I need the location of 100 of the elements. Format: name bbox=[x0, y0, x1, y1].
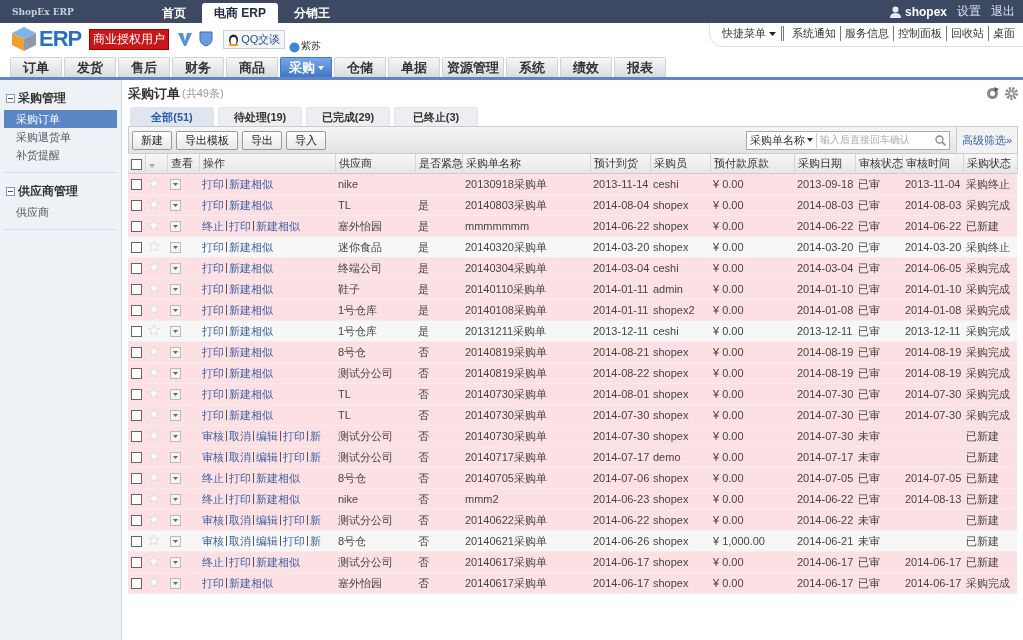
action-link[interactable]: 新建相似 bbox=[253, 221, 302, 231]
checkbox[interactable] bbox=[131, 368, 142, 380]
checkbox[interactable] bbox=[131, 158, 142, 170]
action-link[interactable]: 新建相似 bbox=[226, 263, 275, 273]
checkbox[interactable] bbox=[131, 515, 142, 527]
action-link[interactable]: 打印 bbox=[280, 515, 307, 525]
nav-tab[interactable]: 采购 bbox=[280, 57, 332, 77]
search-field-selector[interactable]: 采购单名称 bbox=[749, 132, 805, 148]
checkbox[interactable] bbox=[131, 557, 142, 569]
dropdown-icon[interactable] bbox=[170, 221, 181, 233]
column-header[interactable]: 操作 bbox=[202, 157, 225, 169]
star-icon[interactable] bbox=[148, 513, 160, 525]
action-link[interactable]: 打印 bbox=[202, 368, 226, 378]
action-link[interactable]: 编辑 bbox=[253, 452, 280, 462]
action-link[interactable]: 编辑 bbox=[253, 536, 280, 546]
star-icon[interactable] bbox=[148, 471, 160, 483]
dropdown-icon[interactable] bbox=[170, 452, 181, 464]
dropdown-icon[interactable] bbox=[170, 473, 181, 485]
action-link[interactable]: 新建相似 bbox=[253, 494, 302, 504]
search-field[interactable]: 采购单名称 输入后直接回车确认 bbox=[745, 130, 950, 150]
action-link[interactable]: 打印 bbox=[202, 326, 226, 336]
star-icon[interactable] bbox=[148, 429, 160, 441]
toolbar-button[interactable]: 新建 bbox=[132, 130, 172, 150]
quick-link[interactable]: 桌面 bbox=[988, 26, 1019, 41]
action-link[interactable]: 新 bbox=[307, 536, 323, 546]
checkbox[interactable] bbox=[131, 347, 142, 359]
sidebar-item[interactable]: 采购退货单 bbox=[4, 128, 117, 146]
dropdown-icon[interactable] bbox=[170, 536, 181, 548]
dropdown-icon[interactable] bbox=[170, 515, 181, 527]
action-link[interactable]: 审核 bbox=[202, 515, 226, 525]
dropdown-icon[interactable] bbox=[170, 389, 181, 401]
checkbox[interactable] bbox=[131, 473, 142, 485]
action-link[interactable]: 新建相似 bbox=[226, 347, 275, 357]
action-link[interactable]: 终止 bbox=[202, 494, 226, 504]
checkbox[interactable] bbox=[131, 410, 142, 422]
dropdown-icon[interactable] bbox=[170, 578, 181, 590]
top-link[interactable]: 退出 bbox=[991, 3, 1015, 20]
star-icon[interactable] bbox=[148, 492, 160, 504]
sidebar-group-title[interactable]: 采购管理 bbox=[18, 90, 66, 107]
star-icon[interactable] bbox=[148, 240, 160, 252]
action-link[interactable]: 终止 bbox=[202, 557, 226, 567]
star-icon[interactable] bbox=[148, 219, 160, 231]
top-link[interactable]: 设置 bbox=[957, 3, 981, 20]
dropdown-icon[interactable] bbox=[170, 242, 181, 254]
checkbox[interactable] bbox=[131, 389, 142, 401]
checkbox[interactable] bbox=[131, 452, 142, 464]
checkbox[interactable] bbox=[131, 284, 142, 296]
collapse-icon[interactable] bbox=[6, 94, 15, 103]
collapse-icon[interactable] bbox=[6, 187, 15, 196]
nav-tab[interactable]: 仓储 bbox=[334, 57, 386, 77]
action-link[interactable]: 打印 bbox=[202, 242, 226, 252]
toolbar-button[interactable]: 导出模板 bbox=[176, 130, 238, 150]
star-icon[interactable] bbox=[148, 534, 160, 546]
star-icon[interactable] bbox=[148, 408, 160, 420]
star-icon[interactable] bbox=[148, 555, 160, 567]
action-link[interactable]: 新建相似 bbox=[226, 389, 275, 399]
checkbox[interactable] bbox=[131, 536, 142, 548]
dropdown-icon[interactable] bbox=[170, 200, 181, 212]
star-icon[interactable] bbox=[148, 387, 160, 399]
checkbox[interactable] bbox=[131, 242, 142, 254]
action-link[interactable]: 新建相似 bbox=[253, 557, 302, 567]
dropdown-icon[interactable] bbox=[170, 347, 181, 359]
quick-link[interactable]: 控制面板 bbox=[893, 26, 946, 41]
sidebar-item[interactable]: 补货提醒 bbox=[4, 146, 117, 164]
star-icon[interactable] bbox=[148, 450, 160, 462]
contact-name[interactable]: 紫苏 bbox=[301, 39, 322, 53]
action-link[interactable]: 打印 bbox=[226, 473, 253, 483]
search-icon[interactable] bbox=[934, 134, 946, 146]
action-link[interactable]: 新建相似 bbox=[226, 578, 275, 588]
qq-chat-button[interactable]: QQ交谈 bbox=[223, 29, 286, 49]
action-link[interactable]: 打印 bbox=[280, 536, 307, 546]
star-icon[interactable] bbox=[148, 345, 160, 357]
dropdown-icon[interactable] bbox=[170, 557, 181, 569]
checkbox[interactable] bbox=[131, 200, 142, 212]
star-icon[interactable] bbox=[148, 198, 160, 210]
toolbar-button[interactable]: 导入 bbox=[286, 130, 326, 150]
checkbox[interactable] bbox=[131, 263, 142, 275]
action-link[interactable]: 新建相似 bbox=[253, 473, 302, 483]
nav-tab[interactable]: 商品 bbox=[226, 57, 278, 77]
dropdown-icon[interactable] bbox=[170, 305, 181, 317]
action-link[interactable]: 打印 bbox=[280, 452, 307, 462]
settings-icon[interactable] bbox=[1005, 87, 1018, 100]
checkbox[interactable] bbox=[131, 578, 142, 590]
action-link[interactable]: 打印 bbox=[202, 284, 226, 294]
star-icon[interactable] bbox=[148, 366, 160, 378]
action-link[interactable]: 新 bbox=[307, 515, 323, 525]
action-link[interactable]: 取消 bbox=[226, 536, 253, 546]
nav-tab[interactable]: 资源管理 bbox=[442, 57, 504, 77]
action-link[interactable]: 新建相似 bbox=[226, 326, 275, 336]
action-link[interactable]: 打印 bbox=[280, 431, 307, 441]
status-tab[interactable]: 已完成(29) bbox=[306, 107, 390, 126]
quick-link[interactable]: 服务信息 bbox=[840, 26, 893, 41]
checkbox[interactable] bbox=[131, 179, 142, 191]
action-link[interactable]: 编辑 bbox=[253, 431, 280, 441]
action-link[interactable]: 新建相似 bbox=[226, 200, 275, 210]
dropdown-icon[interactable] bbox=[170, 410, 181, 422]
action-link[interactable]: 取消 bbox=[226, 515, 253, 525]
action-link[interactable]: 审核 bbox=[202, 536, 226, 546]
nav-tab[interactable]: 系统 bbox=[506, 57, 558, 77]
action-link[interactable]: 编辑 bbox=[253, 515, 280, 525]
